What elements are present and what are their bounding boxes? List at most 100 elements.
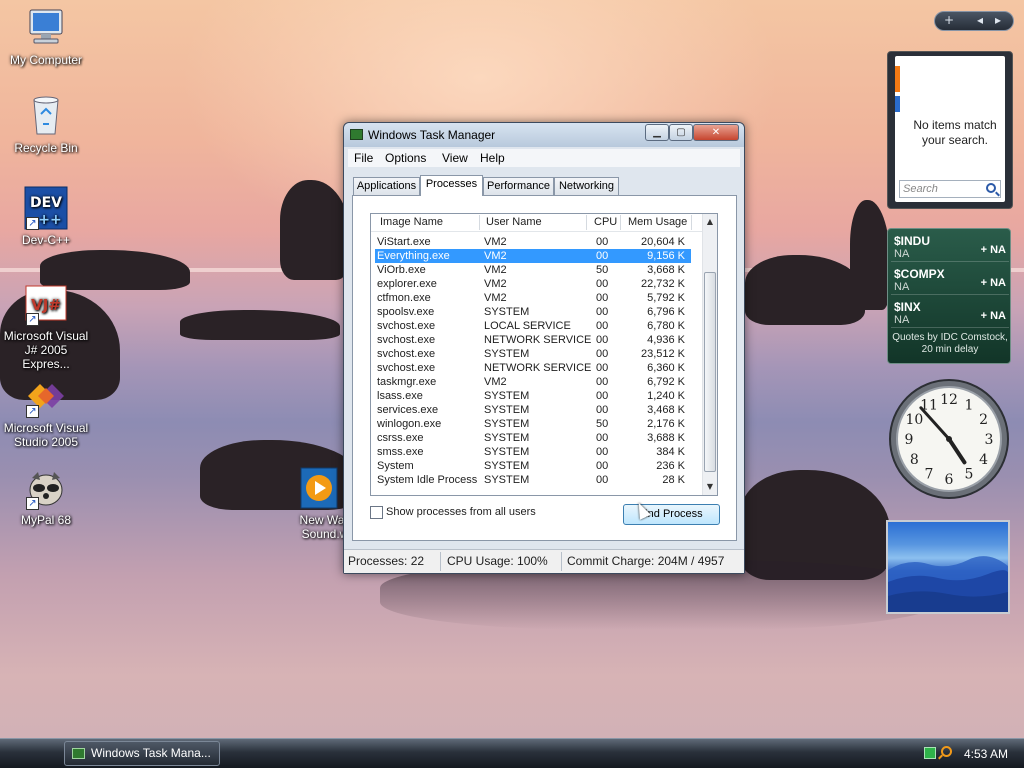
process-row[interactable]: svchost.exe SYSTEM 00 23,512 K bbox=[375, 347, 691, 361]
process-row[interactable]: explorer.exe VM2 00 22,732 K bbox=[375, 277, 691, 291]
stock-change: + NA bbox=[980, 277, 1006, 289]
menu-view[interactable]: View bbox=[442, 151, 468, 165]
process-cpu: 00 bbox=[596, 236, 609, 248]
scroll-thumb[interactable] bbox=[704, 272, 716, 472]
vertical-scrollbar[interactable]: ▲ ▼ bbox=[702, 214, 717, 495]
search-icon[interactable] bbox=[986, 183, 996, 193]
desktop-icon-recycle-bin[interactable]: Recycle Bin bbox=[2, 94, 90, 155]
desktop-icon-my-computer[interactable]: My Computer bbox=[2, 6, 90, 67]
process-user-name: SYSTEM bbox=[484, 418, 530, 430]
column-separator[interactable] bbox=[691, 215, 692, 230]
close-button[interactable]: ✕ bbox=[693, 124, 739, 141]
tab-networking[interactable]: Networking bbox=[554, 177, 619, 195]
process-row[interactable]: svchost.exe LOCAL SERVICE 00 6,780 K bbox=[375, 319, 691, 333]
process-row[interactable]: lsass.exe SYSTEM 00 1,240 K bbox=[375, 389, 691, 403]
process-row[interactable]: System Idle Process SYSTEM 00 28 K bbox=[375, 473, 691, 487]
next-gadgets-icon[interactable]: ▸ bbox=[995, 13, 1001, 27]
network-tray-icon[interactable] bbox=[924, 747, 936, 759]
column-separator[interactable] bbox=[620, 215, 621, 230]
tab-applications[interactable]: Applications bbox=[353, 177, 420, 195]
clock-number: 8 bbox=[910, 452, 919, 468]
stock-row[interactable]: $INDU NA + NA bbox=[891, 232, 1009, 262]
process-image-name: services.exe bbox=[377, 404, 439, 416]
column-separator[interactable] bbox=[479, 215, 480, 230]
desktop-icon-label: Microsoft Visual J# 2005 Expres... bbox=[3, 329, 89, 371]
add-gadget-icon[interactable]: + bbox=[944, 13, 954, 27]
scroll-up-arrow-icon[interactable]: ▲ bbox=[705, 217, 715, 227]
menu-options[interactable]: Options bbox=[385, 151, 426, 165]
process-mem-usage: 3,688 K bbox=[647, 432, 685, 444]
column-header-image-name[interactable]: Image Name bbox=[380, 216, 443, 228]
minimize-button[interactable]: ▁ bbox=[645, 124, 669, 141]
process-mem-usage: 22,732 K bbox=[640, 278, 685, 290]
process-row[interactable]: services.exe SYSTEM 00 3,468 K bbox=[375, 403, 691, 417]
column-separator[interactable] bbox=[586, 215, 587, 230]
search-tray-icon[interactable] bbox=[941, 746, 952, 757]
status-cpu-usage: CPU Usage: 100% bbox=[447, 554, 548, 568]
svg-text:DEV: DEV bbox=[30, 195, 62, 211]
task-manager-app-icon bbox=[350, 129, 363, 140]
process-row[interactable]: csrss.exe SYSTEM 00 3,688 K bbox=[375, 431, 691, 445]
previous-gadgets-icon[interactable]: ◂ bbox=[977, 13, 983, 27]
desktop-icon-visual-jsharp[interactable]: VJ# ↗ Microsoft Visual J# 2005 Expres... bbox=[2, 282, 90, 371]
computer-icon bbox=[24, 6, 68, 50]
process-row[interactable]: svchost.exe NETWORK SERVICE 00 4,936 K bbox=[375, 333, 691, 347]
slideshow-gadget[interactable] bbox=[886, 520, 1010, 614]
process-list[interactable]: Image Name User Name CPU Mem Usage ViSta… bbox=[370, 213, 718, 496]
scroll-down-arrow-icon[interactable]: ▼ bbox=[705, 482, 715, 492]
svg-text:++: ++ bbox=[38, 212, 61, 228]
process-row[interactable]: System SYSTEM 00 236 K bbox=[375, 459, 691, 473]
taskbar-button-task-manager[interactable]: Windows Task Mana... bbox=[64, 741, 220, 766]
process-row[interactable]: svchost.exe NETWORK SERVICE 00 6,360 K bbox=[375, 361, 691, 375]
process-row[interactable]: smss.exe SYSTEM 00 384 K bbox=[375, 445, 691, 459]
process-row[interactable]: spoolsv.exe SYSTEM 00 6,796 K bbox=[375, 305, 691, 319]
process-cpu: 00 bbox=[596, 306, 609, 318]
visual-studio-icon: ↗ bbox=[24, 374, 68, 418]
process-image-name: svchost.exe bbox=[377, 320, 436, 332]
column-header-user-name[interactable]: User Name bbox=[486, 216, 542, 228]
menu-help[interactable]: Help bbox=[480, 151, 505, 165]
stock-symbol: $COMPX bbox=[894, 267, 945, 281]
tab-performance[interactable]: Performance bbox=[483, 177, 554, 195]
column-header-mem-usage[interactable]: Mem Usage bbox=[628, 216, 687, 228]
slideshow-image bbox=[888, 556, 1009, 612]
stock-symbol: $INX bbox=[894, 300, 921, 314]
stock-row[interactable]: $INX NA + NA bbox=[891, 298, 1009, 328]
process-cpu: 00 bbox=[596, 250, 609, 262]
maximize-button[interactable]: ▢ bbox=[669, 124, 693, 141]
recycle-bin-icon bbox=[24, 94, 68, 138]
shortcut-arrow-icon: ↗ bbox=[26, 405, 39, 418]
taskbar-clock[interactable]: 4:53 AM bbox=[964, 747, 1008, 761]
desktop-icon-mypal[interactable]: ↗ MyPal 68 bbox=[2, 466, 90, 527]
clock-gadget[interactable]: 12 1 2 3 4 5 6 7 8 9 10 11 bbox=[888, 378, 1010, 500]
tab-processes[interactable]: Processes bbox=[420, 175, 483, 196]
process-image-name: Everything.exe bbox=[377, 250, 450, 262]
show-all-processes-checkbox[interactable] bbox=[370, 506, 383, 519]
tab-strip: Applications Processes Performance Netwo… bbox=[353, 175, 733, 196]
desktop-icon-visual-studio[interactable]: ↗ Microsoft Visual Studio 2005 bbox=[2, 374, 90, 449]
search-input[interactable]: Search bbox=[899, 180, 1001, 198]
process-user-name: SYSTEM bbox=[484, 460, 530, 472]
process-cpu: 50 bbox=[596, 264, 609, 276]
status-commit-charge: Commit Charge: 204M / 4957 bbox=[567, 554, 725, 568]
title-bar[interactable]: Windows Task Manager ▁ ▢ ✕ bbox=[344, 123, 744, 147]
process-row[interactable]: taskmgr.exe VM2 00 6,792 K bbox=[375, 375, 691, 389]
desktop-icon-devcpp[interactable]: DEV ++ ↗ Dev-C++ bbox=[2, 186, 90, 247]
process-user-name: NETWORK SERVICE bbox=[484, 334, 592, 346]
clock-face-icon: 12 1234567891011 bbox=[889, 379, 1009, 499]
column-header-cpu[interactable]: CPU bbox=[594, 216, 617, 228]
process-user-name: VM2 bbox=[484, 236, 507, 248]
process-row[interactable]: ctfmon.exe VM2 00 5,792 K bbox=[375, 291, 691, 305]
process-row[interactable]: Everything.exe VM2 00 9,156 K bbox=[375, 249, 691, 263]
menu-file[interactable]: File bbox=[354, 151, 373, 165]
process-cpu: 00 bbox=[596, 348, 609, 360]
svg-text:VJ#: VJ# bbox=[31, 296, 61, 314]
process-row[interactable]: ViStart.exe VM2 00 20,604 K bbox=[375, 235, 691, 249]
process-mem-usage: 384 K bbox=[656, 446, 685, 458]
process-row[interactable]: ViOrb.exe VM2 50 3,668 K bbox=[375, 263, 691, 277]
clock-number: 3 bbox=[985, 432, 994, 448]
task-manager-window[interactable]: Windows Task Manager ▁ ▢ ✕ File Options … bbox=[343, 122, 745, 574]
process-user-name: SYSTEM bbox=[484, 390, 530, 402]
process-row[interactable]: winlogon.exe SYSTEM 50 2,176 K bbox=[375, 417, 691, 431]
stock-row[interactable]: $COMPX NA + NA bbox=[891, 265, 1009, 295]
